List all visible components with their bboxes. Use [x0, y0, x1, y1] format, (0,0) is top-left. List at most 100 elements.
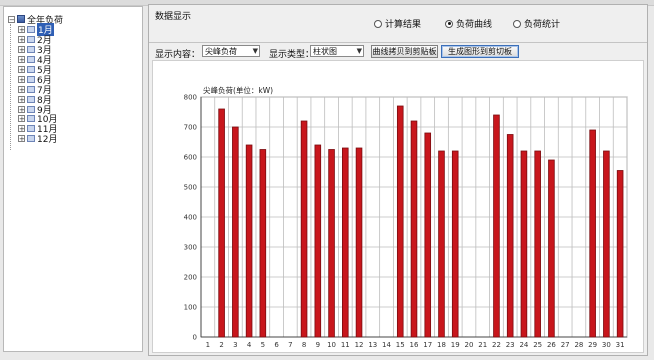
type-select-value: 柱状图: [313, 47, 337, 56]
radio-label: 计算结果: [385, 20, 422, 30]
content-label: 显示内容：: [155, 50, 201, 60]
x-tick-label: 22: [492, 341, 501, 349]
expand-toggle-icon[interactable]: +: [18, 85, 25, 93]
y-tick-label: 200: [184, 274, 197, 282]
bar-day-22: [493, 114, 500, 338]
y-tick-label: 400: [184, 214, 197, 222]
expand-toggle-icon[interactable]: +: [18, 46, 25, 54]
calendar-icon: [27, 95, 35, 103]
content-select[interactable]: 尖峰负荷 ▼: [202, 45, 260, 57]
x-tick-label: 26: [547, 341, 556, 349]
expand-toggle-icon[interactable]: +: [18, 105, 25, 113]
expand-toggle-icon[interactable]: +: [18, 36, 25, 44]
x-tick-label: 13: [368, 341, 377, 349]
x-tick-label: 10: [327, 341, 336, 349]
bar-day-2: [218, 108, 225, 338]
y-tick-label: 600: [184, 154, 197, 162]
month-tree-panel[interactable]: − 全年负荷 +1月 +2月 +3月 +4月 +5月 +6月 +7月 +8月 +9月 +10月 +1…: [3, 6, 143, 352]
radio-label: 负荷统计: [524, 20, 561, 30]
x-tick-label: 1: [206, 341, 210, 349]
x-tick-label: 8: [302, 341, 306, 349]
data-display-panel: 数据显示 计算结果 负荷曲线 负荷统计 显示内容： 尖峰负荷 ▼ 显示类型： 柱…: [148, 4, 648, 356]
chevron-down-icon: ▼: [356, 47, 362, 55]
bar-day-24: [520, 150, 528, 338]
x-tick-label: 4: [247, 341, 252, 349]
x-tick-label: 15: [396, 341, 405, 349]
generate-graph-button[interactable]: 生成图形到剪切板: [441, 45, 519, 58]
y-tick-label: 0: [193, 334, 197, 342]
y-tick-label: 800: [184, 94, 197, 102]
x-tick-label: 6: [274, 341, 279, 349]
x-tick-label: 21: [478, 341, 487, 349]
bar-day-10: [328, 149, 335, 338]
radio-button-icon[interactable]: [513, 19, 521, 28]
type-label: 显示类型：: [269, 50, 315, 60]
expand-toggle-icon[interactable]: +: [18, 75, 25, 83]
bar-day-18: [438, 150, 445, 338]
tree-month-list: +1月 +2月 +3月 +4月 +5月 +6月 +7月 +8月 +9月 +10月 +11月 +12月: [18, 23, 58, 146]
chevron-down-icon: ▼: [252, 47, 258, 55]
bar-day-30: [603, 150, 610, 338]
bar-day-9: [314, 144, 322, 338]
x-tick-label: 30: [602, 341, 611, 349]
bar-day-11: [342, 147, 349, 338]
expand-toggle-icon[interactable]: +: [18, 135, 25, 143]
x-tick-label: 20: [465, 341, 474, 349]
tree-item-label: 12月: [37, 135, 58, 146]
x-tick-label: 17: [423, 341, 432, 349]
calendar-icon: [27, 75, 35, 83]
calendar-icon: [27, 105, 35, 113]
bar-day-19: [451, 150, 459, 338]
x-tick-label: 24: [519, 341, 528, 349]
x-tick-label: 31: [616, 341, 625, 349]
tree-root-node[interactable]: − 全年负荷: [8, 13, 63, 26]
x-tick-label: 14: [382, 341, 391, 349]
x-tick-label: 19: [451, 341, 460, 349]
collapse-toggle-icon[interactable]: −: [8, 15, 15, 23]
calendar-icon: [27, 66, 35, 73]
tree-item-month[interactable]: +12月: [18, 134, 58, 146]
x-tick-label: 11: [341, 341, 350, 349]
radio-button-checked-icon[interactable]: [445, 19, 453, 28]
y-tick-label: 100: [184, 304, 197, 312]
copy-curve-button[interactable]: 曲线拷贝到剪贴板: [371, 45, 438, 58]
calendar-icon: [27, 46, 35, 54]
radio-load-stats[interactable]: 负荷统计: [513, 17, 560, 30]
bar-day-16: [410, 120, 418, 338]
tree-connector-line: [10, 24, 12, 150]
bar-day-26: [548, 159, 555, 338]
expand-toggle-icon[interactable]: +: [18, 115, 25, 123]
folder-icon: [17, 15, 25, 23]
content-select-value: 尖峰负荷: [205, 47, 237, 56]
x-tick-label: 28: [574, 341, 583, 349]
calendar-icon: [27, 135, 35, 143]
x-tick-label: 16: [410, 341, 419, 349]
view-mode-radio-group: 计算结果 负荷曲线 负荷统计: [149, 17, 647, 31]
expand-toggle-icon[interactable]: +: [18, 95, 25, 103]
expand-toggle-icon[interactable]: +: [18, 26, 25, 34]
x-tick-label: 2: [219, 341, 223, 349]
expand-toggle-icon[interactable]: +: [18, 66, 25, 74]
expand-toggle-icon[interactable]: +: [18, 125, 25, 133]
type-select[interactable]: 柱状图 ▼: [310, 45, 364, 57]
calendar-icon: [27, 26, 35, 34]
y-tick-label: 500: [184, 184, 197, 192]
calendar-icon: [27, 56, 35, 64]
radio-calc-result[interactable]: 计算结果: [374, 17, 421, 30]
bar-day-25: [534, 150, 541, 338]
x-tick-label: 12: [355, 341, 364, 349]
radio-load-curve[interactable]: 负荷曲线: [445, 17, 492, 30]
expand-toggle-icon[interactable]: +: [18, 56, 25, 64]
x-tick-label: 7: [288, 341, 292, 349]
x-tick-label: 25: [533, 341, 542, 349]
display-toolbar: 显示内容： 尖峰负荷 ▼ 显示类型： 柱状图 ▼ 曲线拷贝到剪贴板 生成图形到剪…: [149, 42, 647, 61]
y-axis-label: 尖峰负荷(单位：kW): [203, 85, 273, 95]
x-tick-label: 5: [261, 341, 265, 349]
bar-day-3: [232, 126, 239, 338]
x-tick-label: 18: [437, 341, 446, 349]
radio-button-icon[interactable]: [374, 19, 382, 28]
bar-day-5: [259, 149, 267, 338]
y-tick-label: 700: [184, 124, 197, 132]
x-tick-label: 23: [506, 341, 515, 349]
calendar-icon: [27, 36, 35, 44]
